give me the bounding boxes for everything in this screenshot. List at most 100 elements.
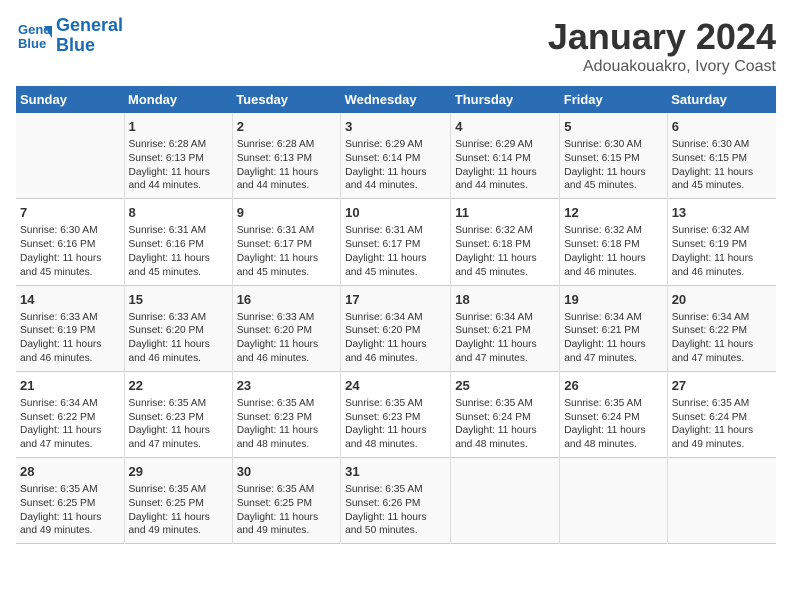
col-header-wednesday: Wednesday — [341, 86, 451, 113]
calendar-cell: 28Sunrise: 6:35 AM Sunset: 6:25 PM Dayli… — [16, 458, 124, 544]
day-number: 21 — [20, 377, 120, 395]
day-number: 31 — [345, 463, 446, 481]
day-content: Sunrise: 6:35 AM Sunset: 6:24 PM Dayligh… — [672, 397, 772, 452]
day-number: 23 — [237, 377, 336, 395]
col-header-thursday: Thursday — [451, 86, 560, 113]
calendar-cell: 25Sunrise: 6:35 AM Sunset: 6:24 PM Dayli… — [451, 371, 560, 457]
day-content: Sunrise: 6:34 AM Sunset: 6:21 PM Dayligh… — [564, 311, 662, 366]
day-content: Sunrise: 6:35 AM Sunset: 6:26 PM Dayligh… — [345, 483, 446, 538]
calendar-cell: 8Sunrise: 6:31 AM Sunset: 6:16 PM Daylig… — [124, 199, 232, 285]
calendar-cell: 16 Sunrise: 6:33 AM Sunset: 6:20 PM Dayli… — [232, 285, 340, 371]
day-number: 6 — [672, 118, 772, 136]
day-content: Sunrise: 6:28 AM Sunset: 6:13 PM Dayligh… — [129, 138, 228, 193]
week-row-2: 7Sunrise: 6:30 AM Sunset: 6:16 PM Daylig… — [16, 199, 776, 285]
day-content: Sunrise: 6:31 AM Sunset: 6:17 PM Dayligh… — [345, 224, 446, 279]
calendar-table: SundayMondayTuesdayWednesdayThursdayFrid… — [16, 86, 776, 544]
day-number: 24 — [345, 377, 446, 395]
calendar-cell: 20 Sunrise: 6:34 AM Sunset: 6:22 PM Dayli… — [667, 285, 776, 371]
logo-icon: General Blue — [16, 18, 52, 54]
logo: General Blue General Blue — [16, 16, 123, 56]
day-content: Sunrise: 6:34 AM Sunset: 6:22 PM Dayligh… — [672, 311, 772, 366]
col-header-monday: Monday — [124, 86, 232, 113]
calendar-cell — [667, 458, 776, 544]
day-content: Sunrise: 6:35 AM Sunset: 6:23 PM Dayligh… — [129, 397, 228, 452]
calendar-cell: 2Sunrise: 6:28 AM Sunset: 6:13 PM Daylig… — [232, 113, 340, 199]
week-row-5: 28Sunrise: 6:35 AM Sunset: 6:25 PM Dayli… — [16, 458, 776, 544]
day-content: Sunrise: 6:31 AM Sunset: 6:16 PM Dayligh… — [129, 224, 228, 279]
day-number: 9 — [237, 204, 336, 222]
col-header-tuesday: Tuesday — [232, 86, 340, 113]
day-content: Sunrise: 6:33 AM Sunset: 6:20 PM Dayligh… — [129, 311, 228, 366]
day-content: Sunrise: 6:32 AM Sunset: 6:18 PM Dayligh… — [564, 224, 662, 279]
calendar-cell: 18Sunrise: 6:34 AM Sunset: 6:21 PM Dayli… — [451, 285, 560, 371]
calendar-cell — [560, 458, 667, 544]
svg-text:Blue: Blue — [18, 36, 46, 51]
week-row-4: 21 Sunrise: 6:34 AM Sunset: 6:22 PM Dayli… — [16, 371, 776, 457]
day-content: Sunrise: 6:30 AM Sunset: 6:16 PM Dayligh… — [20, 224, 120, 279]
day-number: 16 — [237, 291, 336, 309]
day-content: Sunrise: 6:30 AM Sunset: 6:15 PM Dayligh… — [564, 138, 662, 193]
col-header-friday: Friday — [560, 86, 667, 113]
day-number: 18 — [455, 291, 555, 309]
calendar-cell: 17Sunrise: 6:34 AM Sunset: 6:20 PM Dayli… — [341, 285, 451, 371]
day-content: Sunrise: 6:34 AM Sunset: 6:22 PM Dayligh… — [20, 397, 120, 452]
logo-line1: General — [56, 16, 123, 36]
title-block: January 2024 Adouakouakro, Ivory Coast — [548, 16, 776, 76]
week-row-3: 14Sunrise: 6:33 AM Sunset: 6:19 PM Dayli… — [16, 285, 776, 371]
calendar-cell: 27 Sunrise: 6:35 AM Sunset: 6:24 PM Dayli… — [667, 371, 776, 457]
calendar-cell: 30Sunrise: 6:35 AM Sunset: 6:25 PM Dayli… — [232, 458, 340, 544]
day-number: 5 — [564, 118, 662, 136]
day-number: 27 — [672, 377, 772, 395]
location-subtitle: Adouakouakro, Ivory Coast — [548, 58, 776, 76]
day-content: Sunrise: 6:31 AM Sunset: 6:17 PM Dayligh… — [237, 224, 336, 279]
day-number: 4 — [455, 118, 555, 136]
calendar-cell: 9 Sunrise: 6:31 AM Sunset: 6:17 PM Daylig… — [232, 199, 340, 285]
col-header-sunday: Sunday — [16, 86, 124, 113]
logo-line2: Blue — [56, 36, 123, 56]
month-title: January 2024 — [548, 16, 776, 58]
calendar-cell: 24 Sunrise: 6:35 AM Sunset: 6:23 PM Dayli… — [341, 371, 451, 457]
calendar-cell: 23 Sunrise: 6:35 AM Sunset: 6:23 PM Dayli… — [232, 371, 340, 457]
calendar-cell: 5 Sunrise: 6:30 AM Sunset: 6:15 PM Daylig… — [560, 113, 667, 199]
calendar-cell: 12 Sunrise: 6:32 AM Sunset: 6:18 PM Dayli… — [560, 199, 667, 285]
day-number: 19 — [564, 291, 662, 309]
calendar-cell: 13 Sunrise: 6:32 AM Sunset: 6:19 PM Dayli… — [667, 199, 776, 285]
day-content: Sunrise: 6:32 AM Sunset: 6:18 PM Dayligh… — [455, 224, 555, 279]
day-content: Sunrise: 6:28 AM Sunset: 6:13 PM Dayligh… — [237, 138, 336, 193]
day-content: Sunrise: 6:35 AM Sunset: 6:23 PM Dayligh… — [345, 397, 446, 452]
calendar-cell: 15Sunrise: 6:33 AM Sunset: 6:20 PM Dayli… — [124, 285, 232, 371]
calendar-cell: 21 Sunrise: 6:34 AM Sunset: 6:22 PM Dayli… — [16, 371, 124, 457]
day-number: 10 — [345, 204, 446, 222]
day-number: 1 — [129, 118, 228, 136]
day-number: 26 — [564, 377, 662, 395]
day-content: Sunrise: 6:29 AM Sunset: 6:14 PM Dayligh… — [345, 138, 446, 193]
day-content: Sunrise: 6:29 AM Sunset: 6:14 PM Dayligh… — [455, 138, 555, 193]
calendar-cell — [16, 113, 124, 199]
calendar-cell: 22 Sunrise: 6:35 AM Sunset: 6:23 PM Dayli… — [124, 371, 232, 457]
day-number: 11 — [455, 204, 555, 222]
day-content: Sunrise: 6:33 AM Sunset: 6:20 PM Dayligh… — [237, 311, 336, 366]
calendar-cell: 3 Sunrise: 6:29 AM Sunset: 6:14 PM Daylig… — [341, 113, 451, 199]
day-number: 14 — [20, 291, 120, 309]
calendar-cell: 6 Sunrise: 6:30 AM Sunset: 6:15 PM Daylig… — [667, 113, 776, 199]
header-row: SundayMondayTuesdayWednesdayThursdayFrid… — [16, 86, 776, 113]
calendar-cell: 14Sunrise: 6:33 AM Sunset: 6:19 PM Dayli… — [16, 285, 124, 371]
calendar-cell: 1 Sunrise: 6:28 AM Sunset: 6:13 PM Daylig… — [124, 113, 232, 199]
day-content: Sunrise: 6:35 AM Sunset: 6:25 PM Dayligh… — [20, 483, 120, 538]
day-number: 3 — [345, 118, 446, 136]
week-row-1: 1 Sunrise: 6:28 AM Sunset: 6:13 PM Daylig… — [16, 113, 776, 199]
day-content: Sunrise: 6:35 AM Sunset: 6:23 PM Dayligh… — [237, 397, 336, 452]
calendar-cell — [451, 458, 560, 544]
day-content: Sunrise: 6:32 AM Sunset: 6:19 PM Dayligh… — [672, 224, 772, 279]
calendar-cell: 4 Sunrise: 6:29 AM Sunset: 6:14 PM Daylig… — [451, 113, 560, 199]
day-number: 20 — [672, 291, 772, 309]
calendar-cell: 31 Sunrise: 6:35 AM Sunset: 6:26 PM Dayli… — [341, 458, 451, 544]
calendar-cell: 26Sunrise: 6:35 AM Sunset: 6:24 PM Dayli… — [560, 371, 667, 457]
day-number: 30 — [237, 463, 336, 481]
day-content: Sunrise: 6:30 AM Sunset: 6:15 PM Dayligh… — [672, 138, 772, 193]
day-number: 13 — [672, 204, 772, 222]
day-number: 12 — [564, 204, 662, 222]
calendar-cell: 10 Sunrise: 6:31 AM Sunset: 6:17 PM Dayli… — [341, 199, 451, 285]
day-number: 22 — [129, 377, 228, 395]
day-content: Sunrise: 6:35 AM Sunset: 6:25 PM Dayligh… — [129, 483, 228, 538]
